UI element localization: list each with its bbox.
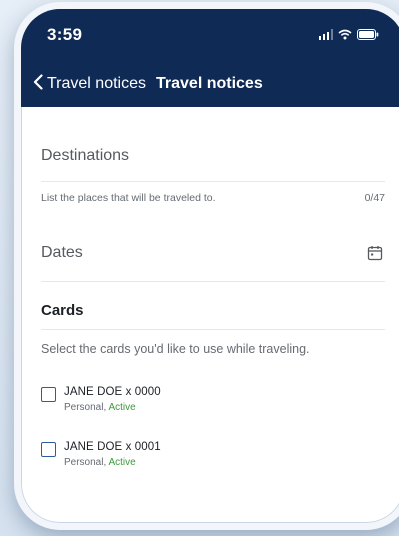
card-meta: Personal, Active bbox=[64, 457, 161, 468]
status-time: 3:59 bbox=[47, 25, 83, 44]
chevron-left-icon bbox=[33, 73, 43, 95]
nav-bar: Travel notices Travel notices bbox=[21, 67, 399, 101]
card-status: Active bbox=[108, 402, 136, 413]
back-button[interactable]: Travel notices bbox=[33, 73, 146, 95]
app-header: 3:59 Travel notices Travel notices bbox=[21, 9, 399, 107]
card-checkbox[interactable] bbox=[41, 442, 56, 457]
calendar-icon[interactable] bbox=[367, 245, 383, 266]
form-content: Destinations List the places that will b… bbox=[21, 107, 399, 468]
card-option-0001[interactable]: JANE DOE x 0001 Personal, Active bbox=[41, 441, 385, 468]
cards-section-title: Cards bbox=[41, 302, 385, 330]
card-meta: Personal, Active bbox=[64, 402, 161, 413]
card-type: Personal, bbox=[64, 457, 107, 468]
card-info: JANE DOE x 0001 Personal, Active bbox=[64, 441, 161, 468]
cards-section-description: Select the cards you'd like to use while… bbox=[41, 342, 310, 356]
destinations-counter: 0/47 bbox=[364, 192, 385, 204]
card-name: JANE DOE x 0000 bbox=[64, 386, 161, 398]
destinations-hint-row: List the places that will be traveled to… bbox=[41, 192, 385, 204]
card-checkbox[interactable] bbox=[41, 387, 56, 402]
signal-icon bbox=[318, 29, 333, 40]
destinations-field[interactable]: Destinations bbox=[41, 147, 385, 182]
status-icons bbox=[318, 29, 380, 40]
phone-frame: 3:59 Travel notices Travel notices Desti… bbox=[14, 2, 399, 530]
card-type: Personal, bbox=[64, 402, 107, 413]
page-title: Travel notices bbox=[156, 75, 263, 92]
dates-label: Dates bbox=[41, 244, 83, 261]
battery-icon bbox=[357, 29, 379, 40]
card-status: Active bbox=[108, 457, 136, 468]
dates-field[interactable]: Dates bbox=[41, 244, 385, 282]
wifi-icon bbox=[338, 29, 352, 40]
card-info: JANE DOE x 0000 Personal, Active bbox=[64, 386, 161, 413]
destinations-hint: List the places that will be traveled to… bbox=[41, 192, 216, 204]
card-name: JANE DOE x 0001 bbox=[64, 441, 161, 453]
card-option-0000[interactable]: JANE DOE x 0000 Personal, Active bbox=[41, 386, 385, 413]
destinations-label: Destinations bbox=[41, 147, 130, 164]
back-label: Travel notices bbox=[47, 75, 146, 92]
